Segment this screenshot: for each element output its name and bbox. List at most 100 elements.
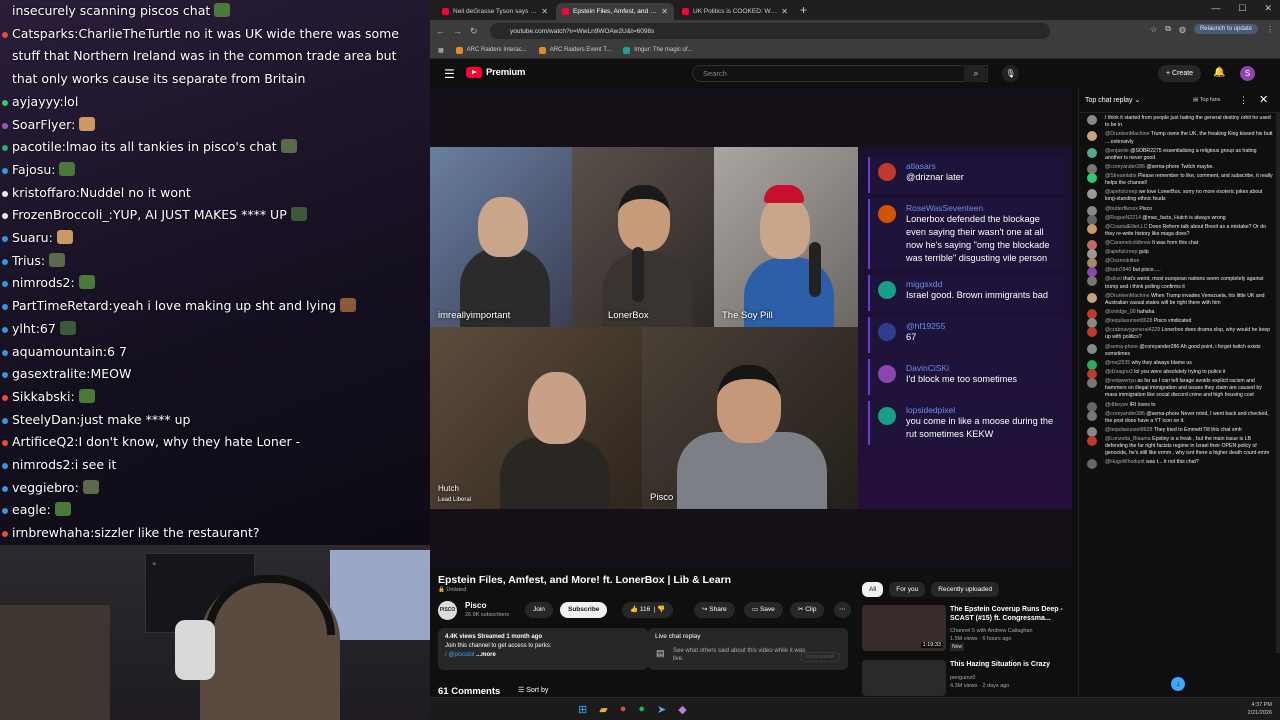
minimize-icon[interactable]: — [1211, 3, 1220, 14]
close-window-icon[interactable]: ✕ [1264, 3, 1272, 14]
account-avatar[interactable]: S [1240, 66, 1255, 81]
search-input[interactable]: Search [692, 65, 988, 82]
chevron-down-icon: ⌄ [1134, 97, 1141, 104]
bookmark-item[interactable]: ARC Raiders Interac... [455, 46, 527, 54]
person-body [677, 432, 827, 509]
chat-text: lol you were absolutely trying to police… [1134, 368, 1226, 375]
chip-for-you[interactable]: For you [889, 582, 926, 597]
chat-author[interactable]: @redqwertyu [1105, 378, 1136, 384]
channel-avatar[interactable]: PISCO [438, 601, 457, 620]
live-chat-replay-title: Live chat replay [655, 633, 701, 640]
bookmark-item[interactable]: Imgur: The magic of... [623, 46, 693, 54]
relaunch-button[interactable]: Relaunch to update [1193, 24, 1258, 34]
related-video-item[interactable]: 1:19:33 The Epstein Coverup Runs Deep - … [862, 605, 1072, 655]
chat-author[interactable]: @tequilasunset8628 [1105, 318, 1152, 324]
close-tab-icon[interactable]: ✕ [661, 7, 668, 16]
chat-author[interactable]: @dtkeyse [1105, 402, 1128, 408]
hamburger-menu-icon[interactable]: ☰ [444, 68, 455, 80]
like-dislike-button[interactable]: 👍 116 | 👎 [622, 602, 674, 618]
chip-all[interactable]: All [862, 582, 884, 597]
share-button[interactable]: ↪ Share [694, 602, 735, 618]
chat-author[interactable]: @CoastalEliteLLC [1105, 224, 1147, 230]
video-player[interactable]: imreallyimportant LonerBox The Soy Pill [430, 89, 1072, 567]
telegram-icon[interactable]: ➤ [657, 703, 666, 716]
create-button[interactable]: + Create [1158, 65, 1202, 82]
more-actions-icon[interactable]: ⋯ [834, 602, 851, 618]
save-label: Save [759, 606, 775, 613]
browser-tab[interactable]: UK Politics is COOKED: Why Re✕ [676, 3, 794, 20]
menu-icon[interactable]: ⋮ [1266, 25, 1274, 34]
chat-mode-dropdown[interactable]: Top chat replay ⌄ [1085, 96, 1140, 104]
chat-author[interactable]: @siluxi [1105, 276, 1122, 282]
chat-author[interactable]: @butterfliesxx [1105, 206, 1138, 212]
chat-author[interactable]: @Caramelcoldbrew [1105, 240, 1151, 246]
chat-more-icon[interactable]: ⋮ [1239, 95, 1248, 106]
youtube-logo[interactable]: Premium [466, 67, 525, 78]
maximize-icon[interactable]: ☐ [1238, 3, 1246, 14]
forward-icon[interactable]: → [453, 26, 462, 36]
clip-button[interactable]: ✂ Clip [790, 602, 825, 618]
chat-author[interactable]: @enjaede [1105, 148, 1129, 154]
chat-text: hahaha [1137, 309, 1155, 316]
new-tab-icon[interactable]: + [800, 3, 807, 17]
chat-author[interactable]: @dzsagno3 [1105, 369, 1133, 375]
description-box[interactable]: 4.4K views Streamed 1 month ago Join thi… [438, 628, 648, 670]
chat-author[interactable]: @DrunkenMachine [1105, 131, 1149, 137]
youtube-favicon-icon [562, 8, 569, 15]
chat-author[interactable]: @coreyander286 [1105, 164, 1145, 170]
url-field[interactable]: youtube.com/watch?v=WwLn9WOAw2U&t=6098s [490, 23, 1050, 39]
overlay-chat-text: Lonerbox defended the blockage even sayi… [906, 214, 1050, 263]
save-button[interactable]: ▭ Save [744, 602, 783, 618]
browser-tab[interactable]: Neil deGrasse Tyson says that o ✕ [436, 3, 554, 20]
chat-author[interactable]: @apefulcreep [1105, 249, 1137, 255]
chat-author[interactable]: @DrunkenMachine [1105, 293, 1149, 299]
chat-author[interactable]: @kebi7846 [1105, 267, 1131, 273]
subscribe-button[interactable]: Subscribe [560, 602, 608, 618]
spotify-icon[interactable]: ● [638, 703, 645, 716]
chat-scrollbar[interactable] [1276, 113, 1280, 653]
chat-author[interactable]: @smidge_00 [1105, 309, 1136, 315]
stream-chat-message: PartTimeRetard:yeah i love making up sht… [0, 295, 430, 318]
reload-icon[interactable]: ↻ [470, 26, 478, 37]
show-more-link[interactable]: ...more [476, 652, 496, 658]
voice-search-icon[interactable]: 🎙 [1002, 65, 1019, 82]
extensions-icon[interactable]: ⧉ [1165, 24, 1171, 34]
apps-icon[interactable]: ▦ [438, 47, 444, 54]
file-explorer-icon[interactable]: ▰ [599, 703, 607, 716]
profile-icon[interactable]: ◍ [1179, 25, 1186, 34]
close-tab-icon[interactable]: ✕ [541, 7, 548, 16]
browser-tab-active[interactable]: Epstein Files, Amfest, and More! ✕ [556, 3, 674, 20]
chat-author[interactable]: @Streamlabs [1105, 173, 1137, 179]
app-icon[interactable]: ◆ [678, 703, 686, 716]
chat-author[interactable]: @sema-phore [1105, 344, 1138, 350]
chip-recently-uploaded[interactable]: Recently uploaded [931, 582, 1000, 597]
close-tab-icon[interactable]: ✕ [781, 7, 788, 16]
chat-author[interactable]: @crabnavygeneral4229 [1105, 327, 1160, 333]
chat-author[interactable]: @coreyander286 [1105, 411, 1145, 417]
bookmark-item[interactable]: ARC Raiders Event T... [538, 46, 611, 54]
stream-chat-message: veggiebro: [0, 477, 430, 500]
join-button[interactable]: Join [525, 602, 553, 618]
sort-by-button[interactable]: ☰ Sort by [518, 686, 548, 694]
search-icon[interactable]: ⌕ [964, 65, 988, 82]
bookmark-star-icon[interactable]: ☆ [1150, 25, 1157, 34]
chat-author[interactable]: @Lonzetta_Blaama [1105, 436, 1151, 442]
chat-author[interactable]: @RogueN2214 [1105, 215, 1141, 221]
chat-bubble-icon: ▤ [656, 648, 665, 658]
chat-author[interactable]: @Oozmokittee [1105, 258, 1139, 264]
chat-author[interactable]: @HugoWhodunit [1105, 459, 1145, 465]
back-icon[interactable]: ← [436, 26, 445, 36]
chat-author[interactable]: @tequilasunset8628 [1105, 427, 1152, 433]
channel-name[interactable]: Pisco [465, 601, 486, 610]
chrome-icon[interactable]: ● [620, 703, 627, 716]
top-fans-button[interactable]: ▤ Top fans [1193, 97, 1220, 103]
description-link[interactable]: / @piscolol [445, 652, 474, 658]
chat-author[interactable]: @apefulcreep [1105, 189, 1137, 195]
notifications-bell-icon[interactable]: 🔔 [1213, 67, 1225, 78]
jump-to-bottom-icon[interactable]: ↓ [1171, 677, 1185, 691]
chat-author[interactable]: @mej2535 [1105, 360, 1130, 366]
open-panel-button[interactable]: Open panel [799, 652, 840, 662]
close-chat-icon[interactable]: ✕ [1259, 93, 1268, 106]
chat-text: just make **** up [80, 411, 191, 427]
start-icon[interactable]: ⊞ [578, 703, 587, 716]
